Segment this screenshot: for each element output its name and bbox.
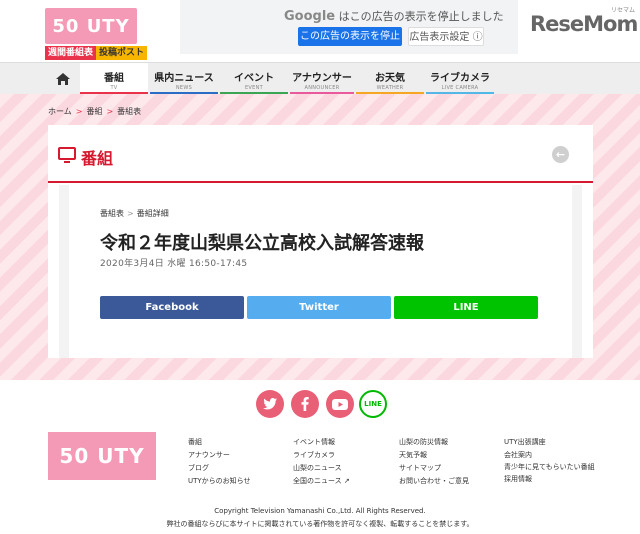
card-header: 番組 ← <box>48 125 593 183</box>
footer-link[interactable]: 青少年に見てもらいたい番組 <box>504 462 600 473</box>
footer-link[interactable]: お問い合わせ・ご意見 <box>399 475 469 488</box>
nav-sublabel: LIVE CAMERA <box>441 85 479 91</box>
breadcrumb-current[interactable]: 番組表 <box>117 107 141 116</box>
nav-sublabel: WEATHER <box>376 85 404 91</box>
footer-link[interactable]: 山梨の防災情報 <box>399 436 469 449</box>
footer-link[interactable]: 会社案内 <box>504 449 600 462</box>
copyright: Copyright Television Yamanashi Co.,Ltd. … <box>214 507 426 515</box>
footer-links-col4: UTY出張講座 会社案内 青少年に見てもらいたい番組 採用情報 <box>504 436 600 486</box>
sub-breadcrumb-parent[interactable]: 番組表 <box>100 209 124 218</box>
footer-link[interactable]: イベント情報 <box>293 436 350 449</box>
nav-item-tv[interactable]: 番組 TV <box>80 63 148 95</box>
share-line-button[interactable]: LINE <box>394 296 538 319</box>
nav-item-weather[interactable]: お天気 WEATHER <box>356 63 424 95</box>
line-icon[interactable]: LINE <box>359 390 387 418</box>
nav-item-event[interactable]: イベント EVENT <box>220 63 288 95</box>
sub-breadcrumb-current: 番組詳細 <box>136 209 169 218</box>
footer-link[interactable]: ライブカメラ <box>293 449 350 462</box>
nav-label: ライブカメラ <box>430 73 490 84</box>
ad-message: Google はこの広告の表示を停止しました <box>284 8 504 24</box>
nav-item-livecam[interactable]: ライブカメラ LIVE CAMERA <box>426 63 494 95</box>
home-button[interactable] <box>48 63 78 95</box>
weekly-schedule-tag[interactable]: 週間番組表 <box>45 46 97 60</box>
nav-item-news[interactable]: 県内ニュース NEWS <box>150 63 218 95</box>
google-wordmark: Google <box>284 9 336 24</box>
youtube-icon[interactable] <box>326 390 354 418</box>
nav-item-announcer[interactable]: アナウンサー ANNOUNCER <box>290 63 354 95</box>
facebook-icon[interactable] <box>291 390 319 418</box>
footer-link[interactable]: アナウンサー <box>188 449 251 462</box>
twitter-icon[interactable] <box>256 390 284 418</box>
share-twitter-button[interactable]: Twitter <box>247 296 391 319</box>
footer-link[interactable]: 山梨のニュース <box>293 462 350 475</box>
footer-link[interactable]: 採用情報 <box>504 473 600 486</box>
footer-link[interactable]: 天気予報 <box>399 449 469 462</box>
footer-link[interactable]: サイトマップ <box>399 462 469 475</box>
sub-breadcrumb: 番組表 > 番組詳細 <box>100 209 169 218</box>
resemom-logo[interactable]: ReseMom <box>530 12 638 36</box>
nav-sublabel: NEWS <box>175 85 193 91</box>
ad-message-text: はこの広告の表示を停止しました <box>338 10 504 23</box>
footer-links-col1: 番組 アナウンサー ブログ UTYからのお知らせ <box>188 436 251 488</box>
program-title: 令和２年度山梨県公立高校入試解答速報 <box>100 233 424 254</box>
line-icon-text: LINE <box>364 400 382 408</box>
site-header: 50 UTY 週間番組表 投稿ポスト Google はこの広告の表示を停止しまし… <box>0 0 640 62</box>
uty-logo[interactable]: 50 UTY <box>45 8 137 44</box>
nav-label: 番組 <box>104 73 124 84</box>
footer-link[interactable]: UTYからのお知らせ <box>188 475 251 488</box>
footer-logo[interactable]: 50 UTY <box>48 432 156 480</box>
back-arrow-icon[interactable]: ← <box>552 146 569 163</box>
nav-label: 県内ニュース <box>154 73 214 84</box>
breadcrumb-section[interactable]: 番組 <box>86 107 102 116</box>
nav-label: アナウンサー <box>292 73 352 84</box>
footer-links-col3: 山梨の防災情報 天気予報 サイトマップ お問い合わせ・ご意見 <box>399 436 469 488</box>
footer-logo-text: 50 UTY <box>59 444 145 468</box>
ad-banner: Google はこの広告の表示を停止しました この広告の表示を停止 広告表示設定… <box>180 0 518 54</box>
logo-text: 50 UTY <box>52 15 130 37</box>
footer-links-col2: イベント情報 ライブカメラ 山梨のニュース 全国のニュース ↗ <box>293 436 350 488</box>
footer-link[interactable]: 番組 <box>188 436 251 449</box>
copyright-notice: 弊社の番組ならびに本サイトに掲載されている著作物を許可なく複製、転載することを禁… <box>166 520 474 528</box>
nav-label: イベント <box>234 73 274 84</box>
page-title: 番組 <box>81 149 114 168</box>
nav-sublabel: EVENT <box>244 85 264 91</box>
footer-link[interactable]: 全国のニュース ↗ <box>293 475 350 488</box>
program-date: 2020年3月4日 水曜 16:50-17:45 <box>100 259 248 269</box>
footer-link[interactable]: UTY出張講座 <box>504 436 600 449</box>
home-icon <box>56 73 70 85</box>
breadcrumb-home[interactable]: ホーム <box>48 107 72 116</box>
stop-ad-button[interactable]: この広告の表示を停止 <box>298 27 402 46</box>
post-box-tag[interactable]: 投稿ポスト <box>96 46 148 60</box>
nav-label: お天気 <box>375 73 405 84</box>
ad-settings-button[interactable]: 広告表示設定 ⓘ <box>408 27 484 46</box>
share-facebook-button[interactable]: Facebook <box>100 296 244 319</box>
nav-sublabel: ANNOUNCER <box>304 85 340 91</box>
footer-link[interactable]: ブログ <box>188 462 251 475</box>
tv-icon <box>58 147 76 163</box>
main-nav: 番組 TV 県内ニュース NEWS イベント EVENT アナウンサー ANNO… <box>0 62 640 95</box>
nav-sublabel: TV <box>110 85 118 91</box>
breadcrumb: ホーム > 番組 > 番組表 <box>48 107 142 116</box>
